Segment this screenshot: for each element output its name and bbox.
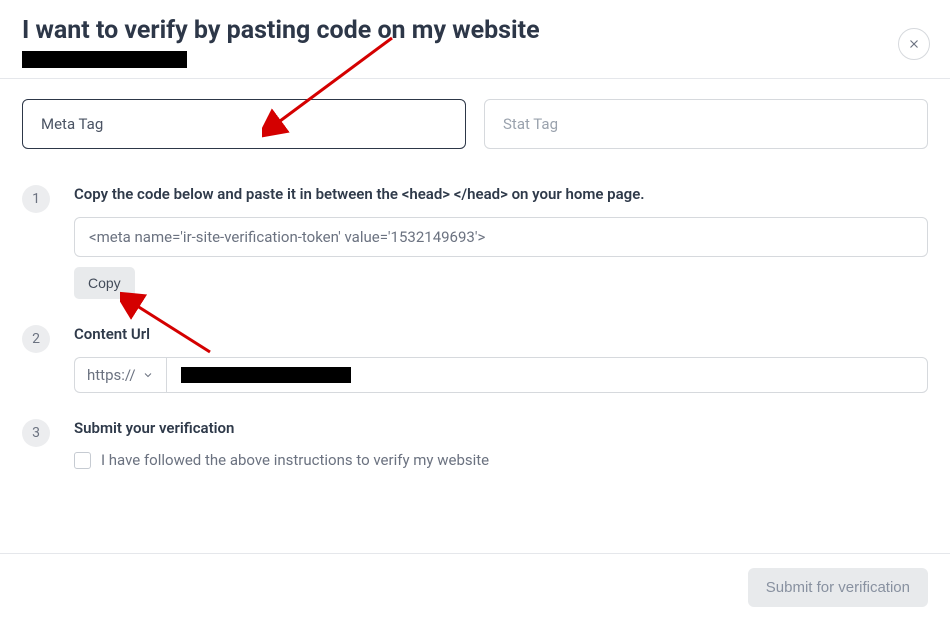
step-3-label: Submit your verification	[74, 419, 928, 437]
verification-code-box[interactable]: <meta name='ir-site-verification-token' …	[74, 217, 928, 257]
step-1-content: Copy the code below and paste it in betw…	[74, 185, 928, 299]
step-3: 3 Submit your verification I have follow…	[22, 419, 928, 469]
url-input-row: https://	[74, 357, 928, 393]
step-2: 2 Content Url https://	[22, 325, 928, 393]
content-url-input[interactable]	[166, 357, 928, 393]
modal-footer: Submit for verification	[0, 553, 950, 621]
verification-modal: I want to verify by pasting code on my w…	[0, 0, 950, 621]
confirm-checkbox[interactable]	[74, 452, 91, 469]
close-button[interactable]	[898, 28, 930, 60]
close-icon	[907, 37, 921, 51]
tab-stat-tag[interactable]: Stat Tag	[484, 99, 928, 149]
redacted-subtitle	[22, 51, 187, 68]
redacted-url	[181, 367, 351, 383]
step-1-number: 1	[22, 185, 50, 213]
tab-group: Meta Tag Stat Tag	[22, 99, 928, 149]
confirm-checkbox-label: I have followed the above instructions t…	[101, 451, 489, 469]
modal-title: I want to verify by pasting code on my w…	[22, 16, 928, 45]
step-1-label: Copy the code below and paste it in betw…	[74, 185, 928, 203]
copy-button[interactable]: Copy	[74, 267, 135, 299]
step-2-label: Content Url	[74, 325, 928, 343]
step-2-content: Content Url https://	[74, 325, 928, 393]
step-3-content: Submit your verification I have followed…	[74, 419, 928, 469]
confirm-row: I have followed the above instructions t…	[74, 451, 928, 469]
protocol-value: https://	[87, 366, 136, 384]
chevron-down-icon	[142, 369, 154, 381]
protocol-select[interactable]: https://	[74, 357, 166, 393]
submit-verification-button[interactable]: Submit for verification	[748, 568, 928, 607]
modal-body: Meta Tag Stat Tag 1 Copy the code below …	[0, 79, 950, 469]
step-1: 1 Copy the code below and paste it in be…	[22, 185, 928, 299]
modal-header: I want to verify by pasting code on my w…	[0, 0, 950, 79]
tab-meta-tag[interactable]: Meta Tag	[22, 99, 466, 149]
step-3-number: 3	[22, 419, 50, 447]
step-2-number: 2	[22, 325, 50, 353]
